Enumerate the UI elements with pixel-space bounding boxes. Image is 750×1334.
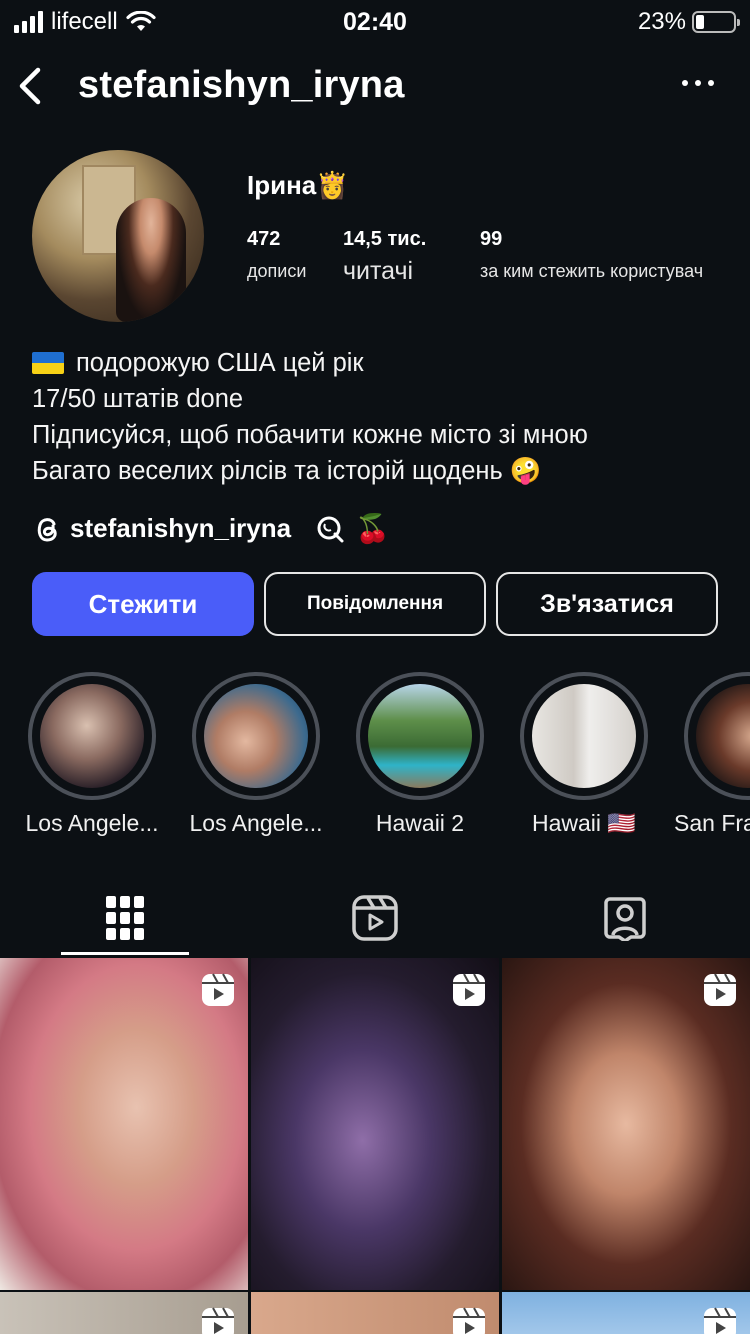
profile-username: stefanishyn_iryna	[78, 64, 405, 106]
contact-button[interactable]: Зв'язатися	[496, 572, 718, 636]
tagged-icon	[604, 897, 646, 941]
highlight-label: Los Angele...	[25, 810, 159, 836]
story-highlight[interactable]: Hawaii 🇺🇸	[520, 672, 648, 836]
bio-line: Підписуйся, щоб побачити кожне місто зі …	[32, 421, 588, 449]
reel-badge-icon	[704, 973, 736, 1006]
cherry-emoji: 🍒	[355, 513, 390, 544]
battery-percent: 23%	[637, 8, 686, 35]
reel-badge-icon	[453, 1307, 485, 1334]
tab-reels[interactable]	[250, 880, 500, 956]
reel-badge-icon	[202, 973, 234, 1006]
story-highlight[interactable]: Los Angele...	[26, 672, 159, 836]
status-bar: lifecell 02:40 23%	[0, 0, 750, 44]
reels-icon	[352, 895, 398, 941]
active-tab-indicator	[61, 952, 189, 955]
following-count[interactable]: 99 за ким стежить користувач	[480, 228, 703, 282]
reel-badge-icon	[704, 1307, 736, 1334]
highlight-label: Los Angele...	[189, 810, 323, 836]
post-tile[interactable]	[0, 1292, 248, 1334]
threads-handle: stefanishyn_iryna	[70, 513, 292, 543]
post-tile[interactable]	[0, 958, 248, 1290]
threads-icon	[37, 517, 57, 542]
post-tile[interactable]	[502, 958, 750, 1290]
profile-tabs	[0, 880, 750, 956]
follow-button[interactable]: Стежити	[32, 572, 254, 636]
reel-badge-icon	[453, 973, 485, 1006]
back-chevron-icon[interactable]	[14, 64, 50, 108]
profile-header: stefanishyn_iryna	[0, 50, 750, 120]
story-highlight[interactable]: Hawaii 2	[356, 672, 484, 836]
bio-line: Багато веселих рілсів та історій щодень …	[32, 457, 542, 485]
post-tile[interactable]	[251, 958, 499, 1290]
story-highlight[interactable]: Los Angele...	[190, 672, 323, 836]
bio-line: подорожую США цей рік	[32, 345, 588, 381]
posts-count[interactable]: 472 дописи	[247, 228, 306, 282]
reel-badge-icon	[202, 1307, 234, 1334]
display-name: Ірина👸	[247, 170, 349, 200]
tab-tagged[interactable]	[500, 880, 750, 956]
story-highlight[interactable]: San Fra	[674, 672, 750, 836]
highlight-label: Hawaii 2	[375, 810, 465, 836]
bio-line: 17/50 штатів done	[32, 385, 244, 413]
followers-count[interactable]: 14,5 тис. читачі	[343, 228, 426, 286]
highlight-label: San Fra	[674, 810, 750, 836]
threads-bubble-icon	[317, 516, 344, 542]
message-button[interactable]: Повідомлення	[264, 572, 486, 636]
more-options-icon[interactable]	[682, 80, 714, 86]
tab-posts[interactable]	[0, 880, 250, 956]
ukraine-flag-icon	[32, 352, 64, 374]
post-tile[interactable]	[502, 1292, 750, 1334]
profile-avatar[interactable]	[32, 150, 204, 322]
post-tile[interactable]	[251, 1292, 499, 1334]
battery-icon	[692, 11, 740, 33]
highlight-label: Hawaii 🇺🇸	[531, 810, 637, 836]
profile-bio: подорожую США цей рік 17/50 штатів done …	[32, 345, 588, 489]
grid-icon	[106, 896, 144, 940]
threads-link[interactable]: stefanishyn_iryna 🍒	[32, 512, 390, 545]
